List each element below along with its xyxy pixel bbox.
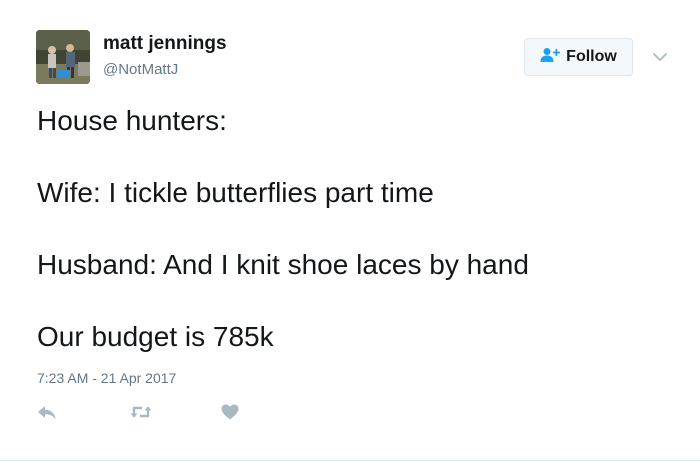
follow-button-label: Follow <box>566 48 617 65</box>
avatar[interactable] <box>36 30 90 84</box>
display-name[interactable]: matt jennings <box>103 33 227 55</box>
follow-button[interactable]: Follow <box>524 38 633 76</box>
tweet-card: matt jennings @NotMattJ Follow House hun… <box>0 0 700 463</box>
retweet-button[interactable] <box>129 402 153 426</box>
tweet-text: House hunters: Wife: I tickle butterflie… <box>37 103 677 355</box>
tweet-timestamp[interactable]: 7:23 AM - 21 Apr 2017 <box>37 370 176 386</box>
tweet-line: Wife: I tickle butterflies part time <box>37 177 434 208</box>
tweet-line: Husband: And I knit shoe laces by hand <box>37 249 529 280</box>
retweet-icon <box>129 402 153 427</box>
avatar-photo <box>36 30 90 84</box>
add-user-icon <box>540 47 561 68</box>
like-button[interactable] <box>220 402 240 426</box>
tweet-line: House hunters: <box>37 105 227 136</box>
tweet-line: Our budget is 785k <box>37 321 274 352</box>
divider <box>0 460 700 461</box>
heart-icon <box>220 402 240 427</box>
reply-button[interactable] <box>36 402 58 426</box>
chevron-down-icon[interactable] <box>652 50 668 62</box>
user-handle[interactable]: @NotMattJ <box>103 61 178 78</box>
reply-icon <box>36 402 58 427</box>
